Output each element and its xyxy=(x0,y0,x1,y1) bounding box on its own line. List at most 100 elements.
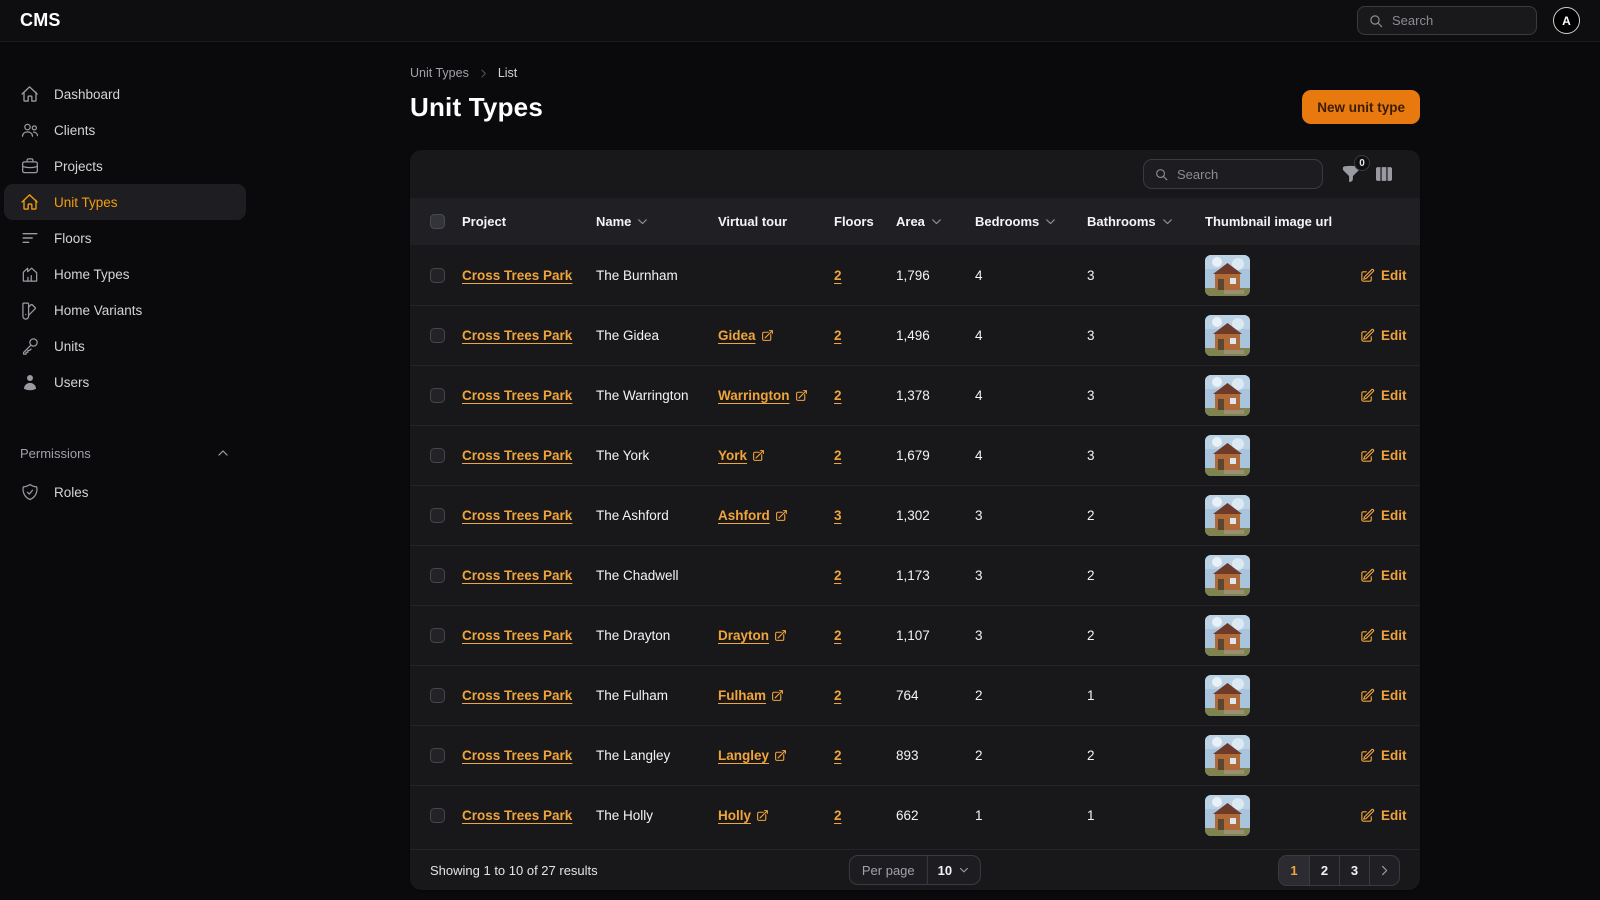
row-checkbox[interactable] xyxy=(430,568,445,583)
toggle-columns-button[interactable] xyxy=(1374,164,1394,184)
column-header-project[interactable]: Project xyxy=(462,214,596,229)
bedrooms-value: 4 xyxy=(975,328,983,343)
page-button-1[interactable]: 1 xyxy=(1279,855,1309,885)
pencil-square-icon xyxy=(1360,688,1375,703)
floors-link[interactable]: 2 xyxy=(834,448,842,463)
project-link[interactable]: Cross Trees Park xyxy=(462,448,572,463)
sidebar-item-dashboard[interactable]: Dashboard xyxy=(4,76,246,112)
column-header-area[interactable]: Area xyxy=(896,214,975,229)
virtual-tour-link[interactable]: Drayton xyxy=(718,628,787,643)
virtual-tour-link[interactable]: Fulham xyxy=(718,688,784,703)
row-checkbox[interactable] xyxy=(430,267,445,283)
floors-link[interactable]: 2 xyxy=(834,268,842,283)
project-link[interactable]: Cross Trees Park xyxy=(462,688,572,703)
virtual-tour-link[interactable]: Gidea xyxy=(718,328,774,343)
table-row: Cross Trees Park The Chadwell 2 1,173 3 … xyxy=(410,545,1420,605)
edit-button[interactable]: Edit xyxy=(1360,268,1407,283)
sidebar-item-unit-types[interactable]: Unit Types xyxy=(4,184,246,220)
sidebar-item-clients[interactable]: Clients xyxy=(4,112,246,148)
project-link[interactable]: Cross Trees Park xyxy=(462,328,572,343)
virtual-tour-link[interactable]: Holly xyxy=(718,808,769,823)
column-header-virtual-tour[interactable]: Virtual tour xyxy=(718,214,834,229)
pagination: 1 2 3 xyxy=(1278,854,1400,886)
project-link[interactable]: Cross Trees Park xyxy=(462,808,572,823)
edit-button[interactable]: Edit xyxy=(1360,808,1407,823)
edit-button[interactable]: Edit xyxy=(1360,508,1407,523)
sidebar-item-projects[interactable]: Projects xyxy=(4,148,246,184)
floors-link[interactable]: 3 xyxy=(834,508,842,523)
sidebar-item-home-variants[interactable]: Home Variants xyxy=(4,292,246,328)
per-page-select[interactable]: Per page 10 xyxy=(848,855,982,885)
edit-button[interactable]: Edit xyxy=(1360,448,1407,463)
edit-button[interactable]: Edit xyxy=(1360,568,1407,583)
external-link-icon xyxy=(771,689,784,702)
row-checkbox[interactable] xyxy=(430,328,445,343)
floors-link[interactable]: 2 xyxy=(834,628,842,643)
area-value: 1,378 xyxy=(896,388,930,403)
sidebar-item-roles[interactable]: Roles xyxy=(4,474,246,510)
row-checkbox[interactable] xyxy=(430,388,445,403)
project-link[interactable]: Cross Trees Park xyxy=(462,508,572,523)
row-checkbox[interactable] xyxy=(430,688,445,703)
global-search-input[interactable] xyxy=(1392,13,1526,28)
table-row: Cross Trees Park The Holly Holly 2 662 1… xyxy=(410,785,1420,845)
project-link[interactable]: Cross Trees Park xyxy=(462,268,572,283)
edit-button[interactable]: Edit xyxy=(1360,328,1407,343)
edit-button[interactable]: Edit xyxy=(1360,388,1407,403)
select-all-checkbox[interactable] xyxy=(430,214,445,229)
floors-link[interactable]: 2 xyxy=(834,568,842,583)
floors-link[interactable]: 2 xyxy=(834,328,842,343)
table-row: Cross Trees Park The Ashford Ashford 3 1… xyxy=(410,485,1420,545)
row-checkbox[interactable] xyxy=(430,808,445,823)
edit-button[interactable]: Edit xyxy=(1360,628,1407,643)
project-link[interactable]: Cross Trees Park xyxy=(462,388,572,403)
column-header-floors[interactable]: Floors xyxy=(834,214,896,229)
row-checkbox[interactable] xyxy=(430,748,445,763)
project-link[interactable]: Cross Trees Park xyxy=(462,748,572,763)
table-search[interactable] xyxy=(1143,159,1323,189)
new-unit-type-button[interactable]: New unit type xyxy=(1302,90,1420,124)
virtual-tour-link[interactable]: Warrington xyxy=(718,388,808,403)
virtual-tour-link[interactable]: Ashford xyxy=(718,508,788,523)
row-checkbox[interactable] xyxy=(430,628,445,643)
home-icon xyxy=(20,192,40,212)
avatar[interactable]: A xyxy=(1553,7,1580,34)
sidebar-item-floors[interactable]: Floors xyxy=(4,220,246,256)
sidebar-item-home-types[interactable]: Home Types xyxy=(4,256,246,292)
global-search[interactable] xyxy=(1357,6,1537,35)
home-icon xyxy=(20,84,40,104)
floors-link[interactable]: 2 xyxy=(834,388,842,403)
page-button-3[interactable]: 3 xyxy=(1339,855,1369,885)
floors-link[interactable]: 2 xyxy=(834,688,842,703)
row-checkbox[interactable] xyxy=(430,448,445,463)
virtual-tour-link[interactable]: York xyxy=(718,448,765,463)
pencil-square-icon xyxy=(1360,388,1375,403)
breadcrumb-parent[interactable]: Unit Types xyxy=(410,66,469,80)
per-page-value[interactable]: 10 xyxy=(926,856,980,884)
column-header-bedrooms[interactable]: Bedrooms xyxy=(975,214,1087,229)
column-header-name[interactable]: Name xyxy=(596,214,718,229)
next-page-button[interactable] xyxy=(1369,855,1399,885)
project-link[interactable]: Cross Trees Park xyxy=(462,628,572,643)
chevron-down-icon[interactable] xyxy=(636,215,649,228)
virtual-tour-link[interactable]: Langley xyxy=(718,748,787,763)
chevron-down-icon[interactable] xyxy=(1161,215,1174,228)
page-button-2[interactable]: 2 xyxy=(1309,855,1339,885)
chevron-down-icon[interactable] xyxy=(930,215,943,228)
external-link-icon xyxy=(761,329,774,342)
project-link[interactable]: Cross Trees Park xyxy=(462,568,572,583)
chevron-down-icon[interactable] xyxy=(1044,215,1057,228)
edit-button[interactable]: Edit xyxy=(1360,748,1407,763)
row-checkbox[interactable] xyxy=(430,508,445,523)
sidebar-item-users[interactable]: Users xyxy=(4,364,246,400)
column-header-bathrooms[interactable]: Bathrooms xyxy=(1087,214,1205,229)
table-search-input[interactable] xyxy=(1177,166,1312,182)
shield-check-icon xyxy=(20,482,40,502)
section-label: Permissions xyxy=(20,445,91,461)
sidebar-section-permissions[interactable]: Permissions xyxy=(4,438,246,468)
floors-link[interactable]: 2 xyxy=(834,808,842,823)
floors-link[interactable]: 2 xyxy=(834,748,842,763)
filter-button[interactable]: 0 xyxy=(1341,155,1370,184)
edit-button[interactable]: Edit xyxy=(1360,688,1407,703)
sidebar-item-units[interactable]: Units xyxy=(4,328,246,364)
